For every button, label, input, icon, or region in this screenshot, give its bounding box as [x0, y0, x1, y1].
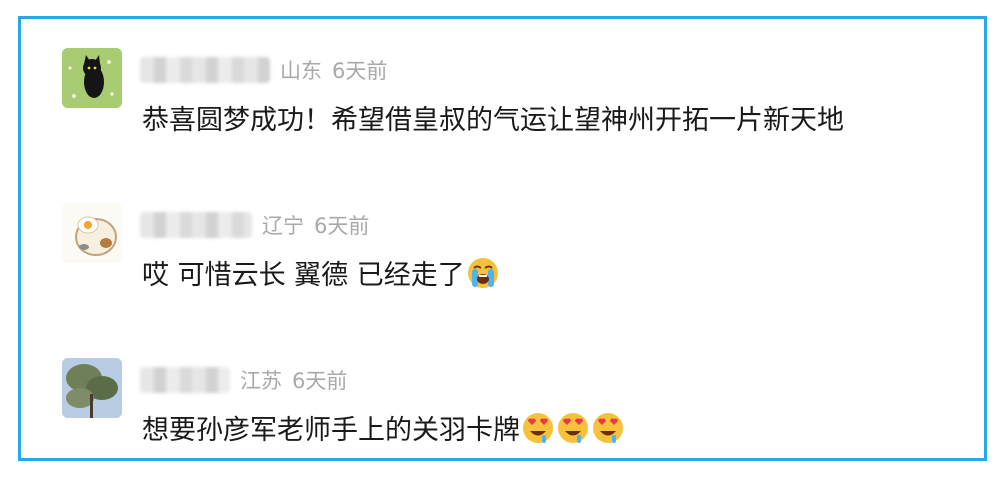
comment-meta: 江苏 6天前 [140, 365, 347, 395]
avatar[interactable] [62, 48, 122, 108]
drooling-heart-eyes-icon [558, 412, 588, 443]
timestamp: 6天前 [292, 369, 348, 393]
comment-text: 想要孙彦军老师手上的关羽卡牌 [142, 408, 625, 447]
comment-body: 哎 可惜云长 翼德 已经走了 [142, 260, 465, 291]
comment-meta: 辽宁 6天前 [140, 210, 369, 240]
username-redacted [140, 57, 270, 83]
location-label: 山东 [280, 59, 322, 83]
comment-text: 恭喜圆梦成功！希望借皇叔的气运让望神州开拓一片新天地 [142, 98, 844, 137]
black-cat-icon [62, 48, 122, 108]
location-label: 江苏 [240, 369, 282, 393]
drooling-heart-eyes-icon [523, 412, 553, 443]
comment-text: 哎 可惜云长 翼德 已经走了 [142, 253, 500, 292]
comment-body: 想要孙彦军老师手上的关羽卡牌 [142, 415, 520, 446]
fried-egg-cat-icon [62, 203, 122, 263]
drooling-heart-eyes-icon [593, 412, 623, 443]
comment-body: 恭喜圆梦成功！希望借皇叔的气运让望神州开拓一片新天地 [142, 105, 844, 136]
username-redacted [140, 212, 252, 238]
timestamp: 6天前 [314, 214, 370, 238]
comment-meta: 山东 6天前 [140, 55, 387, 85]
avatar[interactable] [62, 358, 122, 418]
comment-list: 山东 6天前 恭喜圆梦成功！希望借皇叔的气运让望神州开拓一片新天地 辽宁 6天前… [18, 16, 987, 461]
username-redacted [140, 367, 230, 393]
tree-sky-icon [62, 358, 122, 418]
avatar[interactable] [62, 203, 122, 263]
loudly-crying-face-icon [467, 257, 498, 288]
timestamp: 6天前 [332, 59, 388, 83]
location-label: 辽宁 [262, 214, 304, 238]
